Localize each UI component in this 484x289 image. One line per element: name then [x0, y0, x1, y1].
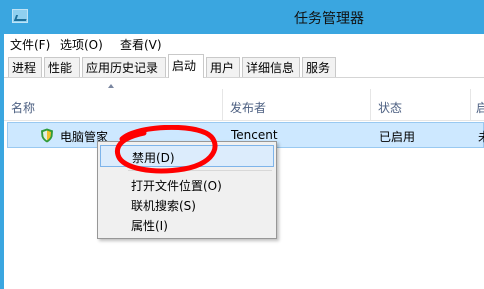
row-startup-impact: 未 — [478, 128, 484, 145]
tab-strip: 进程 性能 应用历史记录 启动 用户 详细信息 服务 — [4, 54, 484, 78]
context-menu: 禁用(D) 打开文件位置(O) 联机搜索(S) 属性(I) — [97, 141, 277, 239]
menu-item-open-file-location[interactable]: 打开文件位置(O) — [100, 174, 274, 196]
tab-details[interactable]: 详细信息 — [242, 57, 300, 77]
column-status[interactable]: 状态 — [378, 99, 402, 116]
shield-icon — [41, 128, 53, 143]
menu-item-label: 禁用(D) — [132, 151, 175, 165]
column-divider[interactable] — [370, 89, 371, 121]
task-manager-icon — [12, 9, 28, 23]
row-status: 已启用 — [379, 130, 416, 144]
tab-processes[interactable]: 进程 — [8, 57, 42, 77]
menu-bar: 文件(F) 选项(O) 查看(V) — [4, 34, 484, 54]
tab-services[interactable]: 服务 — [302, 57, 336, 77]
menu-item-label: 打开文件位置(O) — [131, 179, 222, 193]
menu-view[interactable]: 查看(V) — [120, 36, 162, 53]
menu-separator — [128, 170, 272, 171]
row-publisher: Tencent — [231, 128, 278, 142]
menu-item-label: 联机搜索(S) — [131, 199, 196, 213]
column-divider[interactable] — [470, 89, 471, 121]
sort-ascending-icon[interactable] — [108, 84, 114, 88]
tab-performance[interactable]: 性能 — [44, 57, 80, 77]
column-name[interactable]: 名称 — [11, 99, 35, 116]
menu-options[interactable]: 选项(O) — [60, 36, 103, 53]
column-publisher[interactable]: 发布者 — [230, 99, 266, 116]
menu-item-search-online[interactable]: 联机搜索(S) — [100, 194, 274, 216]
column-divider[interactable] — [222, 89, 223, 121]
window-title: 任务管理器 — [294, 11, 364, 27]
menu-item-label: 属性(I) — [131, 219, 168, 233]
column-header: 名称 发布者 状态 启 — [4, 84, 484, 121]
tab-startup[interactable]: 启动 — [168, 54, 204, 78]
menu-item-properties[interactable]: 属性(I) — [100, 214, 274, 236]
tab-app-history[interactable]: 应用历史记录 — [82, 57, 166, 77]
menu-item-disable[interactable]: 禁用(D) — [100, 145, 274, 167]
title-bar[interactable]: 任务管理器 — [4, 0, 484, 34]
tab-users[interactable]: 用户 — [206, 57, 240, 77]
task-manager-window: 任务管理器 文件(F) 选项(O) 查看(V) 进程 性能 应用历史记录 启动 … — [0, 0, 484, 289]
menu-file[interactable]: 文件(F) — [10, 36, 50, 53]
column-startup-impact[interactable]: 启 — [476, 99, 484, 116]
